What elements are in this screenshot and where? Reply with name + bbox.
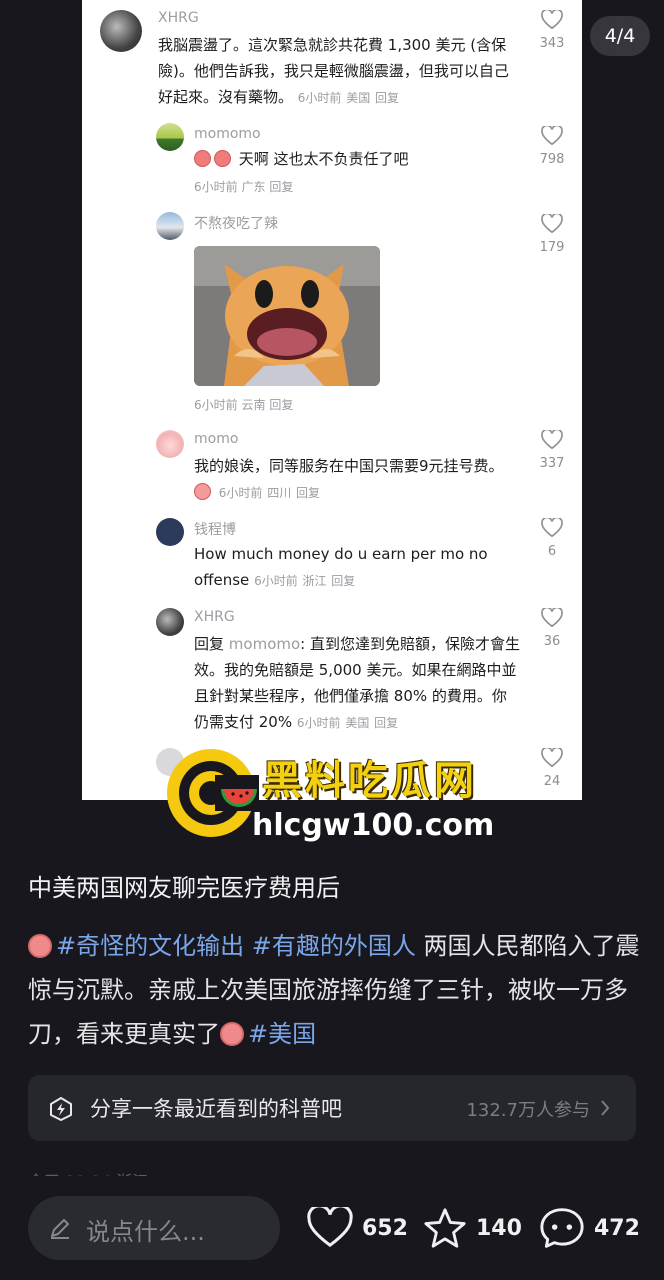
comment-item: XHRG 我脳震盪了。這次緊急就診共花費 1,300 美元 (含保險)。他們告訴… (82, 0, 582, 110)
heart-icon (541, 214, 563, 234)
reply-to-user: momomo (228, 635, 301, 653)
hashtag-link[interactable]: #美国 (248, 1020, 316, 1048)
like-button[interactable]: 24 (532, 748, 572, 789)
like-count: 24 (543, 774, 561, 789)
heart-icon (541, 748, 563, 768)
like-button[interactable]: 343 (532, 10, 572, 51)
avatar[interactable] (156, 212, 184, 240)
comment-time: 6小时前 (297, 91, 342, 105)
heart-icon (307, 1207, 353, 1248)
post-title: 中美两国网友聊完医疗费用后 (28, 874, 340, 902)
watermark-url: hlcgw100.com (252, 808, 495, 843)
like-button[interactable]: 337 (532, 430, 572, 471)
watermark-title: 黑料吃瓜网 (262, 758, 477, 804)
topic-label: 分享一条最近看到的科普吧 (90, 1097, 342, 1121)
comment-screenshot[interactable]: XHRG 我脳震盪了。這次緊急就診共花費 1,300 美元 (含保險)。他們告訴… (82, 0, 582, 800)
like-button[interactable]: 36 (532, 608, 572, 649)
like-count: 652 (362, 1215, 408, 1241)
comment-text: 我脳震盪了。這次緊急就診共花費 1,300 美元 (含保險)。他們告訴我，我只是… (158, 36, 509, 106)
comment-item: momo 我的娘诶，同等服务在中国只需要9元挂号费。 6小时前 四川 回复 33… (82, 426, 582, 506)
like-count: 337 (539, 456, 565, 471)
topic-card[interactable]: 分享一条最近看到的科普吧 132.7万人参与 (28, 1075, 636, 1141)
comment-item: 钱程博 How much money do u earn per mo no o… (82, 514, 582, 594)
comment-item: XHRG 回复 momomo: 直到您達到免賠額，保險才會生效。我的免賠額是 5… (82, 604, 582, 734)
reply-link[interactable]: 回复 (375, 91, 399, 105)
comment-button[interactable]: 472 (538, 1204, 640, 1252)
reply-link[interactable]: 回复 (331, 574, 355, 588)
chevron-right-icon (601, 1100, 610, 1116)
like-button[interactable]: 652 (306, 1204, 408, 1252)
like-button[interactable]: 179 (532, 214, 572, 255)
comment-username[interactable]: 不熬夜吃了辣 (194, 213, 278, 233)
topic-participants: 132.7万人参与 (466, 1100, 590, 1121)
watermark-logo-icon (167, 749, 259, 837)
like-button[interactable]: 798 (532, 126, 572, 167)
collect-count: 140 (476, 1215, 522, 1241)
lightning-icon (50, 1097, 72, 1121)
comment-username[interactable]: XHRG (194, 609, 235, 625)
comment-meta: 6小时前 广东 回复 (194, 180, 294, 194)
avatar[interactable] (156, 518, 184, 546)
heart-icon (541, 608, 563, 628)
heart-icon (541, 430, 563, 450)
comment-text: 天啊 这也太不负责任了吧 (194, 146, 514, 172)
bottom-action-bar: 说点什么... 652 140 472 (0, 1176, 664, 1280)
comment-username[interactable]: momo (194, 431, 238, 447)
avatar[interactable] (156, 430, 184, 458)
comment-placeholder: 说点什么... (86, 1218, 205, 1246)
hashtag-link[interactable]: #奇怪的文化输出 (56, 932, 244, 960)
comment-text: How much money do u earn per mo no offen… (194, 545, 488, 589)
comment-input[interactable]: 说点什么... (28, 1196, 280, 1260)
reply-link[interactable]: 回复 (374, 716, 398, 730)
like-count: 179 (539, 240, 565, 255)
heart-icon (541, 126, 563, 146)
page-indicator: 4/4 (590, 16, 650, 56)
like-count: 36 (543, 634, 561, 649)
comment-location: 美国 (346, 91, 371, 105)
comment-username[interactable]: 钱程博 (194, 519, 236, 539)
reply-link[interactable]: 回复 (296, 486, 320, 500)
avatar[interactable] (156, 123, 184, 151)
collect-button[interactable]: 140 (422, 1204, 522, 1252)
post-body: #奇怪的文化输出 #有趣的外国人 两国人民都陷入了震惊与沉默。亲戚上次美国旅游摔… (28, 932, 640, 1048)
emoji-icon (194, 483, 211, 500)
emoji-icon (214, 150, 231, 167)
hashtag-link[interactable]: #有趣的外国人 (252, 932, 416, 960)
comment-username[interactable]: momomo (194, 126, 261, 142)
like-button[interactable]: 6 (532, 518, 572, 559)
comment-text: 我的娘诶，同等服务在中国只需要9元挂号费。 6小时前 四川 回复 (194, 457, 504, 500)
like-count: 6 (547, 544, 557, 559)
reply-link[interactable]: 回复 (269, 398, 293, 412)
comment-meta: 6小时前 云南 回复 (194, 398, 294, 412)
like-count: 798 (539, 152, 565, 167)
emoji-icon (220, 1022, 244, 1046)
heart-icon (541, 518, 563, 538)
comment-bubble-icon (540, 1208, 584, 1248)
comment-item: momomo 天啊 这也太不负责任了吧 6小时前 广东 回复 798 (82, 120, 582, 200)
pencil-icon (51, 1219, 69, 1239)
emoji-icon (194, 150, 211, 167)
comment-text: 回复 momomo: 直到您達到免賠額，保險才會生效。我的免賠額是 5,000 … (194, 635, 520, 731)
like-count: 343 (539, 36, 565, 51)
comment-username[interactable]: XHRG (158, 10, 199, 26)
comment-count: 472 (594, 1215, 640, 1241)
star-icon (424, 1208, 466, 1248)
emoji-icon (28, 934, 52, 958)
reply-link[interactable]: 回复 (269, 180, 293, 194)
avatar[interactable] (100, 10, 142, 52)
cat-sticker-image[interactable] (194, 246, 380, 386)
heart-icon (541, 10, 563, 30)
avatar[interactable] (156, 608, 184, 636)
